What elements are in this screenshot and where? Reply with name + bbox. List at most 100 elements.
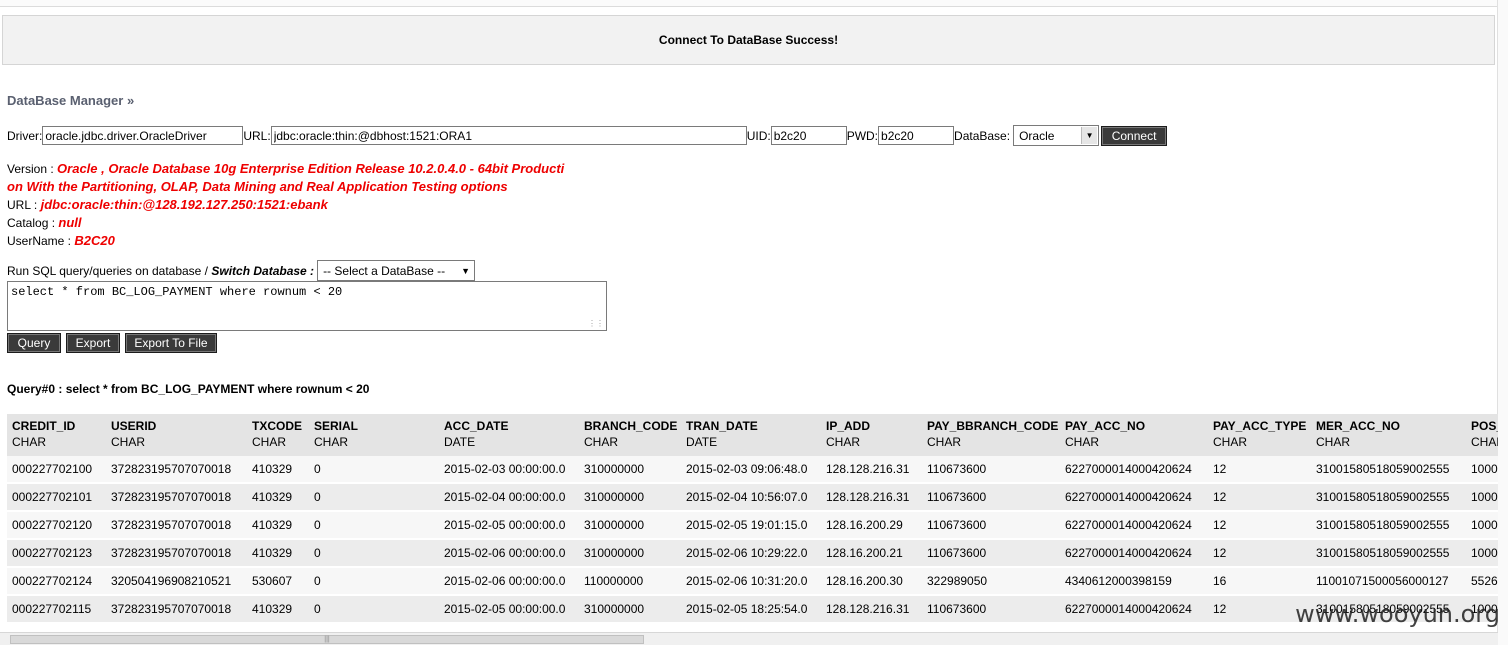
table-cell: 0: [309, 539, 439, 568]
table-cell: 4340612000398159: [1060, 567, 1208, 596]
table-cell: 0: [309, 456, 439, 484]
switch-select-value: -- Select a DataBase --: [323, 263, 446, 278]
table-cell: 12: [1208, 511, 1311, 540]
table-body: 000227702100 372823195707070018 410329 0 201…: [7, 456, 1498, 624]
driver-input[interactable]: [42, 126, 244, 145]
column-header: MER_ACC_NO CHAR: [1311, 414, 1466, 456]
scrollbar-thumb[interactable]: |||: [10, 635, 644, 644]
table-cell: 530607: [247, 567, 309, 596]
table-cell: 000227702115: [7, 595, 106, 624]
table-cell: 372823195707070018: [106, 483, 247, 512]
top-border: [0, 0, 1508, 7]
pwd-input[interactable]: [878, 126, 955, 145]
table-cell: 000227702123: [7, 539, 106, 568]
info-url-value: jdbc:oracle:thin:@128.192.127.250:1521:e…: [40, 197, 328, 212]
column-header: ACC_DATE DATE: [439, 414, 579, 456]
table-cell: 310000000: [579, 511, 681, 540]
table-cell: 128.128.216.31: [821, 595, 922, 624]
column-header: TRAN_DATE DATE: [681, 414, 821, 456]
query-buttons: Query Export Export To File: [7, 333, 217, 353]
table-cell: 410329: [247, 483, 309, 512]
info-url-label: URL :: [7, 198, 38, 212]
sql-textarea[interactable]: select * from BC_LOG_PAYMENT where rownu…: [7, 281, 607, 331]
uid-label: UID:: [746, 128, 771, 143]
table-cell: 11001071500056000127: [1311, 567, 1466, 596]
table-cell: 0: [309, 595, 439, 624]
table-cell: 10000: [1466, 456, 1498, 484]
column-name: BRANCH_CODE: [584, 419, 678, 433]
column-name: MER_ACC_NO: [1316, 419, 1401, 433]
table-cell: 2015-02-05 00:00:00.0: [439, 595, 579, 624]
catalog-value: null: [58, 215, 82, 230]
uid-input[interactable]: [770, 126, 847, 145]
table-cell: 000227702124: [7, 567, 106, 596]
database-select[interactable]: Oracle ▼: [1013, 125, 1100, 146]
column-header: PAY_BBRANCH_CODE CHAR: [922, 414, 1060, 456]
table-cell: 320504196908210521: [106, 567, 247, 596]
column-header: CREDIT_ID CHAR: [7, 414, 106, 456]
table-cell: 000227702101: [7, 483, 106, 512]
table-cell: 2015-02-06 10:29:22.0: [681, 539, 821, 568]
column-name: CREDIT_ID: [12, 419, 76, 433]
column-header: BRANCH_CODE CHAR: [579, 414, 681, 456]
query-button[interactable]: Query: [7, 333, 61, 353]
table-cell: 410329: [247, 511, 309, 540]
table-cell: 110673600: [922, 483, 1060, 512]
export-button[interactable]: Export: [66, 333, 120, 353]
column-type: CHAR: [1471, 435, 1498, 449]
connect-button[interactable]: Connect: [1101, 125, 1168, 146]
table-cell: 128.16.200.30: [821, 567, 922, 596]
vertical-scrollbar[interactable]: [1497, 0, 1508, 645]
column-name: ACC_DATE: [444, 419, 509, 433]
column-type: CHAR: [584, 435, 619, 449]
column-type: CHAR: [927, 435, 962, 449]
table-cell: 000227702100: [7, 456, 106, 484]
sql-text: select * from BC_LOG_PAYMENT where rownu…: [11, 285, 343, 299]
switch-database-label: Switch Database :: [211, 263, 315, 278]
column-type: DATE: [686, 435, 718, 449]
connection-form: Driver: URL: UID: PWD: DataBase: Oracle …: [7, 125, 1168, 146]
switch-database-select[interactable]: -- Select a DataBase -- ▼: [317, 260, 476, 281]
url-input[interactable]: [270, 126, 747, 145]
table-cell: 2015-02-03 09:06:48.0: [681, 456, 821, 484]
catalog-label: Catalog :: [7, 216, 56, 230]
banner-message: Connect To DataBase Success!: [658, 33, 839, 47]
table-cell: 128.128.216.31: [821, 483, 922, 512]
chevron-down-icon: ▼: [1081, 127, 1098, 144]
table-cell: 2015-02-05 00:00:00.0: [439, 511, 579, 540]
resize-grip-icon[interactable]: ⋮⋮: [588, 319, 604, 329]
table-cell: 12: [1208, 456, 1311, 484]
run-sql-label: Run SQL query/queries on database /: [7, 263, 212, 278]
results-table-container: CREDIT_ID CHAR USERID CHAR TXCODE CHAR SERIAL C…: [7, 414, 1498, 627]
table-cell: 55260: [1466, 567, 1498, 596]
column-type: CHAR: [314, 435, 349, 449]
table-cell: 10000: [1466, 483, 1498, 512]
column-header: PAY_ACC_TYPE CHAR: [1208, 414, 1311, 456]
table-cell: 110673600: [922, 595, 1060, 624]
table-cell: 322989050: [922, 567, 1060, 596]
column-header: TXCODE CHAR: [247, 414, 309, 456]
column-name: TRAN_DATE: [686, 419, 758, 433]
table-cell: 2015-02-05 18:25:54.0: [681, 595, 821, 624]
column-type: CHAR: [252, 435, 287, 449]
driver-label: Driver:: [7, 128, 43, 143]
table-cell: 6227000014000420624: [1060, 483, 1208, 512]
column-name: POS_C: [1471, 419, 1498, 433]
table-cell: 12: [1208, 483, 1311, 512]
export-to-file-button[interactable]: Export To File: [125, 333, 217, 353]
table-cell: 10000: [1466, 511, 1498, 540]
horizontal-scrollbar[interactable]: |||: [0, 632, 1498, 645]
column-type: CHAR: [12, 435, 47, 449]
column-name: USERID: [111, 419, 157, 433]
column-name: PAY_BBRANCH_CODE: [927, 419, 1059, 433]
table-cell: 372823195707070018: [106, 595, 247, 624]
table-row: 000227702123 372823195707070018 410329 0 201…: [7, 539, 1498, 568]
column-type: CHAR: [826, 435, 861, 449]
table-cell: 2015-02-03 00:00:00.0: [439, 456, 579, 484]
table-cell: 128.128.216.31: [821, 456, 922, 484]
table-cell: 0: [309, 567, 439, 596]
column-type: DATE: [444, 435, 476, 449]
table-row: 000227702100 372823195707070018 410329 0 201…: [7, 456, 1498, 484]
table-cell: 31001580518059002555: [1311, 456, 1466, 484]
page: Connect To DataBase Success! DataBase Ma…: [0, 0, 1508, 645]
